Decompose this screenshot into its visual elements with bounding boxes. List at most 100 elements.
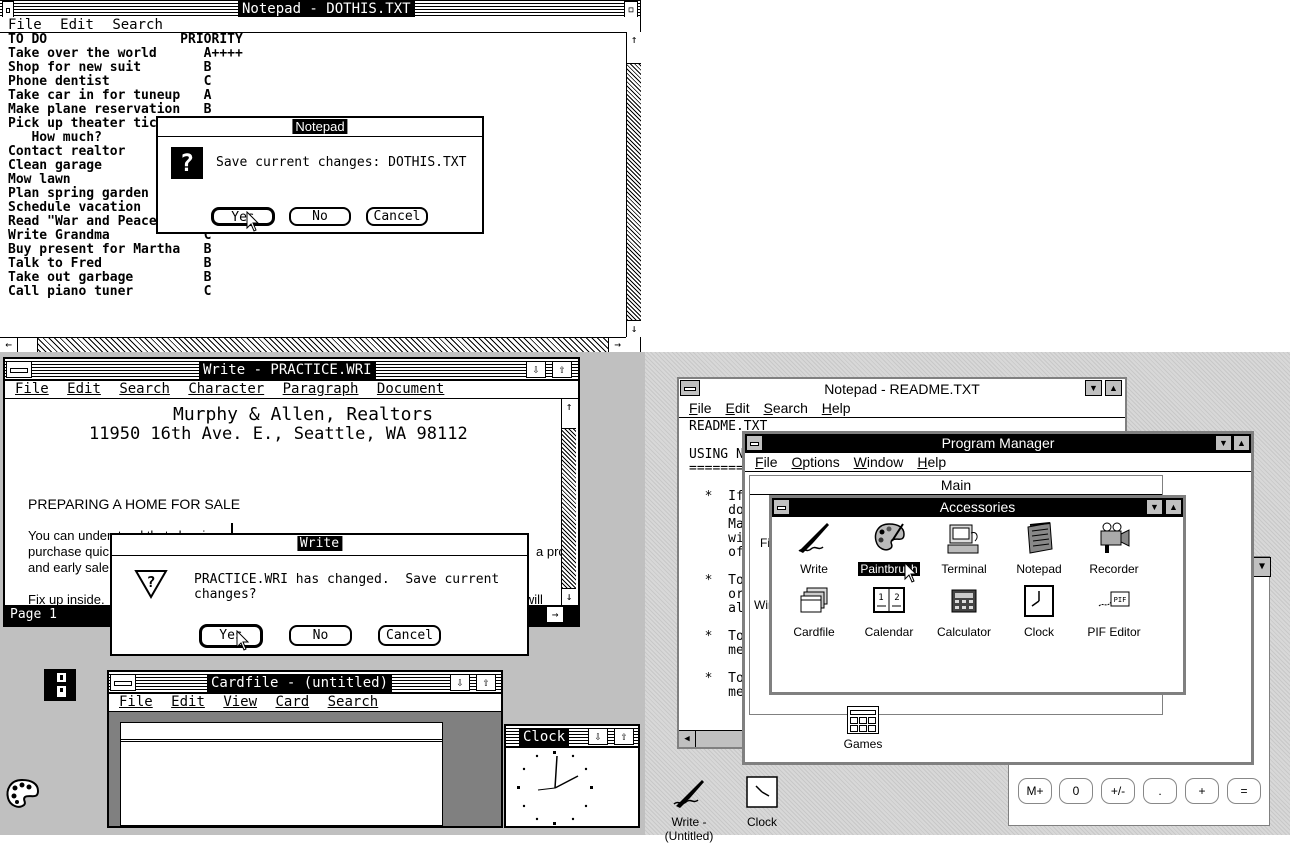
scroll-down-arrow-icon[interactable]: ↓	[627, 320, 641, 337]
icon-label: Calendar	[864, 625, 914, 639]
notepad-horizontal-scrollbar[interactable]: ← →	[0, 337, 626, 352]
pif-editor-program-item[interactable]: PIF PIF Editor	[1074, 584, 1154, 639]
system-menu-icon[interactable]	[680, 380, 700, 396]
scroll-left-arrow-icon[interactable]: ◀	[679, 731, 696, 747]
paintbrush-icon[interactable]	[5, 778, 39, 810]
minimize-icon[interactable]: ⇩	[588, 728, 608, 745]
menu-card[interactable]: Card	[275, 694, 309, 711]
menu-search[interactable]: Search	[764, 399, 808, 417]
minimize-icon[interactable]: ▼	[1215, 435, 1232, 451]
maximize-icon[interactable]: ⇧	[552, 361, 572, 378]
scroll-right-arrow-icon[interactable]: →	[608, 338, 626, 352]
no-button[interactable]: No	[289, 207, 351, 226]
clock-titlebar[interactable]: Clock ⇩ ⇧	[506, 726, 638, 748]
menu-paragraph[interactable]: Paragraph	[283, 381, 359, 398]
text-line: TO DO PRIORITY	[8, 32, 243, 47]
calc-button-decimal[interactable]: .	[1143, 778, 1177, 804]
cancel-button[interactable]: Cancel	[366, 207, 428, 226]
write-titlebar[interactable]: Write - PRACTICE.WRI ⇩ ⇧	[5, 359, 578, 381]
floppy-disk-icon[interactable]	[44, 669, 76, 701]
system-menu-icon[interactable]	[773, 499, 790, 515]
mouse-pointer-icon	[236, 630, 250, 651]
calc-button-0[interactable]: 0	[1059, 778, 1093, 804]
no-button[interactable]: No	[289, 625, 352, 646]
main-group-titlebar[interactable]: Main	[750, 476, 1162, 495]
maximize-icon[interactable]: ▫	[624, 1, 638, 18]
menu-edit[interactable]: Edit	[67, 381, 101, 398]
maximize-icon[interactable]: ⇧	[476, 674, 496, 691]
maximize-icon[interactable]: ▲	[1233, 435, 1250, 451]
dialog-titlebar[interactable]: Notepad	[158, 118, 482, 137]
menu-file[interactable]: File	[689, 399, 712, 417]
terminal-program-item[interactable]: Terminal	[924, 521, 1004, 576]
menu-file[interactable]: File	[119, 694, 153, 711]
calc-button-equals[interactable]: =	[1227, 778, 1261, 804]
maximize-icon[interactable]: ▲	[1105, 380, 1122, 396]
calc-button-sign[interactable]: +/-	[1101, 778, 1135, 804]
scroll-left-arrow-icon[interactable]: ←	[0, 338, 18, 352]
dialog-title: Notepad	[292, 119, 348, 134]
menu-file[interactable]: File	[15, 381, 49, 398]
write-program-item[interactable]: Write	[774, 521, 854, 576]
clock-program-item[interactable]: Clock	[999, 584, 1079, 639]
scroll-up-arrow-icon[interactable]: ↑	[627, 32, 641, 49]
menu-search[interactable]: Search	[328, 694, 379, 711]
mouse-pointer-icon	[246, 211, 260, 232]
cardfile-program-item[interactable]: Cardfile	[774, 584, 854, 639]
accessories-titlebar[interactable]: Accessories ▼ ▲	[772, 498, 1183, 518]
index-card[interactable]	[120, 722, 443, 826]
calc-button-add[interactable]: +	[1185, 778, 1219, 804]
minimize-icon[interactable]: ⇩	[450, 674, 470, 691]
scroll-thumb[interactable]	[627, 48, 641, 64]
cardfile-titlebar[interactable]: Cardfile - (untitled) ⇩ ⇧	[109, 672, 501, 694]
notepad-program-item[interactable]: Notepad	[999, 521, 1079, 576]
menu-window[interactable]: Window	[854, 453, 904, 471]
system-menu-icon[interactable]	[746, 435, 763, 451]
games-group-icon[interactable]: Games	[823, 706, 903, 751]
minimize-icon[interactable]: ▼	[1085, 380, 1102, 396]
maximize-icon[interactable]: ⇧	[614, 728, 634, 745]
horizontal-scrollbar[interactable]: ◀	[679, 730, 749, 747]
scroll-thumb[interactable]	[562, 415, 576, 429]
calculator-program-item[interactable]: Calculator	[924, 584, 1004, 639]
menu-file[interactable]: File	[755, 453, 778, 471]
icon-label: Write	[800, 562, 828, 576]
games-icon	[847, 706, 879, 734]
dialog-titlebar[interactable]: Write	[112, 535, 527, 556]
scroll-thumb[interactable]	[18, 338, 38, 352]
recorder-program-item[interactable]: Recorder	[1074, 521, 1154, 576]
dialog-message: Save current changes: DOTHIS.TXT	[216, 155, 467, 170]
text-line: Take over the world A++++	[8, 46, 243, 61]
clock-icon	[746, 776, 778, 808]
notepad-vertical-scrollbar[interactable]: ↑ ↓	[626, 32, 641, 337]
menu-view[interactable]: View	[223, 694, 257, 711]
minimize-icon[interactable]: ▼	[1146, 499, 1163, 515]
scroll-down-arrow-icon[interactable]: ↓	[562, 588, 576, 605]
minimize-icon[interactable]: ⇩	[526, 361, 546, 378]
cancel-button[interactable]: Cancel	[378, 625, 441, 646]
menu-help[interactable]: Help	[917, 453, 946, 471]
calendar-program-item[interactable]: 12 Calendar	[849, 584, 929, 639]
menu-document[interactable]: Document	[377, 381, 444, 398]
card-index-line	[121, 739, 442, 742]
calc-button-mplus[interactable]: M+	[1018, 778, 1052, 804]
minimized-clock[interactable]: Clock	[722, 776, 802, 829]
minimized-write-untitled[interactable]: Write - (Untitled)	[646, 776, 732, 843]
scroll-up-arrow-icon[interactable]: ↑	[562, 399, 576, 416]
menu-edit[interactable]: Edit	[171, 694, 205, 711]
yes-button[interactable]: Yes	[199, 624, 263, 648]
system-menu-icon[interactable]	[2, 1, 14, 18]
maximize-icon[interactable]: ▲	[1165, 499, 1182, 515]
write-vertical-scrollbar[interactable]: ↑ ↓	[561, 399, 576, 605]
program-manager-titlebar[interactable]: Program Manager ▼ ▲	[745, 434, 1251, 454]
menu-character[interactable]: Character	[188, 381, 264, 398]
menu-options[interactable]: Options	[791, 453, 839, 471]
notepad-readme-titlebar[interactable]: Notepad - README.TXT ▼ ▲	[679, 379, 1125, 400]
menu-help[interactable]: Help	[822, 399, 851, 417]
scroll-right-arrow-icon[interactable]: →	[547, 607, 563, 622]
yes-button[interactable]: Yes	[211, 207, 275, 226]
menu-search[interactable]: Search	[119, 381, 170, 398]
system-menu-icon[interactable]	[110, 674, 136, 691]
system-menu-icon[interactable]	[6, 361, 32, 378]
menu-edit[interactable]: Edit	[725, 399, 749, 417]
